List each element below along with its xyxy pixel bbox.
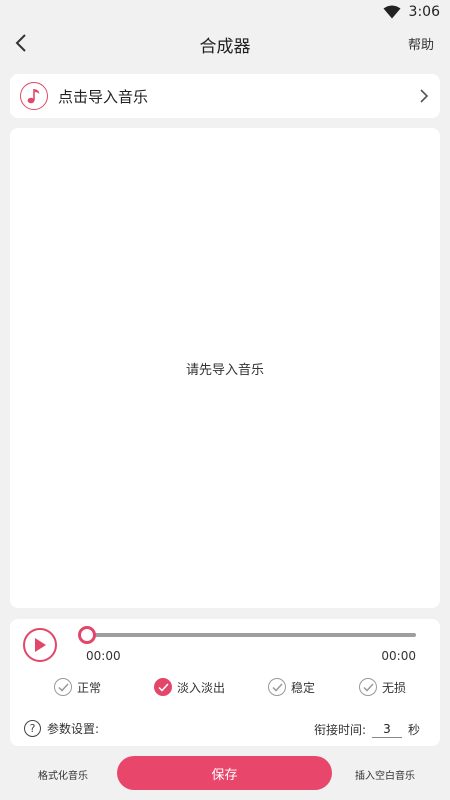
play-icon <box>35 638 46 652</box>
params-label: 参数设置: <box>47 722 100 736</box>
current-time: 00:00 <box>86 649 121 663</box>
top-bar: 合成器 帮助 <box>0 24 450 64</box>
gap-time-unit: 秒 <box>407 722 420 737</box>
music-list-panel: 请先导入音乐 <box>10 128 440 608</box>
status-time: 3:06 <box>408 4 440 20</box>
mode-option-label: 淡入淡出 <box>177 680 226 695</box>
gap-time-setting: 衔接时间: 秒 <box>314 720 420 738</box>
status-bar: 3:06 <box>0 0 450 24</box>
empty-state-message: 请先导入音乐 <box>185 362 264 378</box>
mode-option[interactable]: 无损 <box>359 678 406 696</box>
mode-option[interactable]: 正常 <box>54 678 101 696</box>
music-note-icon <box>20 82 48 110</box>
help-button[interactable]: 帮助 <box>408 34 434 53</box>
save-button[interactable]: 保存 <box>117 756 332 790</box>
checked-circle-icon <box>154 678 172 696</box>
progress-thumb[interactable] <box>78 626 96 644</box>
control-panel: 00:00 00:00 正常 淡入淡出 稳定 无损 ? 参数设置: 衔接时间: 秒 <box>10 619 440 746</box>
gap-time-label: 衔接时间: <box>313 722 366 737</box>
bottom-bar: 格式化音乐 保存 插入空白音乐 <box>0 750 450 800</box>
page-title: 合成器 <box>199 36 251 57</box>
question-icon: ? <box>24 720 41 737</box>
unchecked-circle-icon <box>54 678 72 696</box>
chevron-left-icon[interactable] <box>12 32 32 54</box>
import-music-label: 点击导入音乐 <box>58 87 149 106</box>
mode-option[interactable]: 淡入淡出 <box>154 678 225 696</box>
format-music-button[interactable]: 格式化音乐 <box>38 767 88 782</box>
params-settings[interactable]: ? 参数设置: <box>24 720 99 737</box>
total-time: 00:00 <box>381 649 416 663</box>
gap-time-input[interactable] <box>371 720 402 738</box>
progress-slider[interactable] <box>78 626 416 644</box>
mode-options: 正常 淡入淡出 稳定 无损 <box>54 678 434 698</box>
play-button[interactable] <box>23 628 57 662</box>
chevron-right-icon <box>420 89 429 103</box>
import-music-button[interactable]: 点击导入音乐 <box>10 74 440 118</box>
mode-option[interactable]: 稳定 <box>268 678 315 696</box>
mode-option-label: 稳定 <box>291 680 316 695</box>
unchecked-circle-icon <box>359 678 377 696</box>
unchecked-circle-icon <box>268 678 286 696</box>
mode-option-label: 无损 <box>382 680 407 695</box>
wifi-icon <box>383 5 401 19</box>
insert-blank-music-button[interactable]: 插入空白音乐 <box>355 767 415 782</box>
mode-option-label: 正常 <box>77 680 102 695</box>
